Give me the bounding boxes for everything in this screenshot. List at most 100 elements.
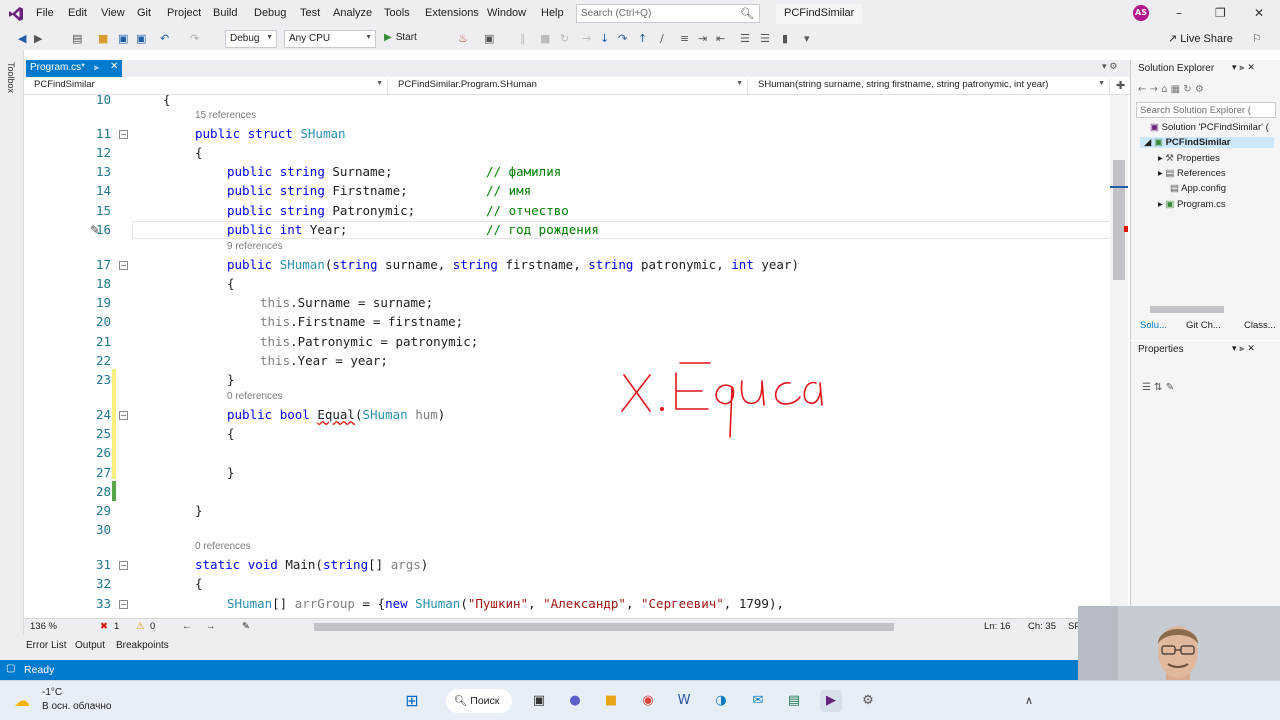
notepad-icon[interactable]: ▤ — [783, 690, 805, 712]
panel-menu-icon[interactable]: ▾ ⫸ ✕ — [1232, 344, 1255, 354]
step-into-icon[interactable]: ↓ — [600, 32, 609, 45]
undo-icon[interactable]: ↶ — [160, 32, 169, 45]
forward-icon[interactable]: ▶ — [34, 32, 42, 45]
configuration-select[interactable]: Debug ▼ — [225, 30, 277, 48]
vertical-scrollbar-thumb[interactable] — [1113, 160, 1125, 280]
restart-icon[interactable]: ↻ — [560, 32, 569, 45]
error-count[interactable]: 1 — [114, 621, 119, 632]
menu-test[interactable]: Test — [300, 7, 320, 19]
toolbar-overflow-icon[interactable]: ▾ — [804, 32, 810, 45]
menu-project[interactable]: Project — [167, 7, 201, 19]
teams-icon[interactable]: ● — [564, 690, 586, 712]
tree-item-references[interactable]: ▸ ▤ References — [1158, 168, 1226, 179]
panel-menu-icon[interactable]: ▾ ⫸ ✕ — [1232, 63, 1255, 73]
pin-icon[interactable]: ⫸ — [94, 62, 99, 73]
show-next-statement-icon[interactable]: → — [582, 32, 591, 45]
previous-issue-icon[interactable]: ← — [182, 621, 192, 632]
outdent-icon[interactable]: ⇤ — [716, 32, 725, 45]
next-issue-icon[interactable]: → — [206, 621, 216, 632]
toolbox-tab[interactable]: Toolbox — [6, 62, 16, 93]
tab-error-list[interactable]: Error List — [26, 640, 67, 651]
horizontal-scrollbar-thumb[interactable] — [314, 623, 894, 631]
step-over-icon[interactable]: ↷ — [618, 32, 627, 45]
tab-breakpoints[interactable]: Breakpoints — [116, 640, 169, 651]
tray-overflow-icon[interactable]: ∧ — [1018, 690, 1040, 712]
step-out-icon[interactable]: ↑ — [638, 32, 647, 45]
menu-file[interactable]: File — [36, 7, 54, 19]
back-icon[interactable]: ◀ — [18, 32, 26, 45]
solution-node[interactable]: ▣ Solution 'PCFindSimilar' ( — [1150, 122, 1269, 133]
properties-toolbar-icons[interactable]: ☰ ⇅ ✎ — [1142, 382, 1174, 393]
split-editor-icon[interactable]: ✚ — [1116, 79, 1125, 92]
zoom-level[interactable]: 136 % — [30, 621, 57, 632]
maximize-icon[interactable]: ❐ — [1215, 6, 1226, 20]
save-all-icon[interactable]: ▣ — [136, 32, 146, 45]
codelens-references[interactable]: 15 references — [195, 110, 256, 121]
align-icon[interactable]: ☰ — [740, 32, 750, 45]
search-input[interactable]: Search (Ctrl+Q) 🔍︎ — [576, 4, 760, 23]
menu-analyze[interactable]: Analyze — [333, 7, 372, 19]
tree-item-properties[interactable]: ▸ ⚒ Properties — [1158, 153, 1220, 164]
codelens-references[interactable]: 0 references — [227, 391, 283, 402]
mail-icon[interactable]: ✉ — [747, 690, 769, 712]
user-avatar[interactable]: AS — [1133, 5, 1149, 21]
pause-icon[interactable]: ∥ — [520, 32, 526, 45]
tree-item-program-cs[interactable]: ▸ ▣ Program.cs — [1158, 199, 1226, 210]
menu-view[interactable]: View — [101, 7, 125, 19]
start-debugging-button[interactable]: ▶ Start — [384, 32, 417, 43]
tree-item-app-config[interactable]: ▤ App.config — [1170, 183, 1226, 194]
project-dropdown[interactable]: PCFindSimilar ▼ — [28, 79, 388, 94]
edge-icon[interactable]: ◑ — [710, 690, 732, 712]
stop-icon[interactable]: ■ — [540, 32, 550, 45]
visual-studio-taskbar-icon[interactable]: ▶ — [820, 690, 842, 712]
chrome-icon[interactable]: ◉ — [637, 690, 659, 712]
tab-git-changes[interactable]: Git Ch... — [1186, 320, 1221, 331]
se-toolbar-icons[interactable]: ← → ⌂ ▦ ↻ ⚙ — [1138, 84, 1204, 95]
menu-build[interactable]: Build — [213, 7, 237, 19]
tab-overflow-icon[interactable]: ▾ ⚙ — [1102, 62, 1117, 72]
bookmark-icon[interactable]: ▮ — [782, 32, 788, 45]
collapse-toggle[interactable]: − — [119, 261, 128, 270]
tab-program-cs[interactable]: Program.cs* ⫸ ✕ — [26, 60, 122, 77]
collapse-toggle[interactable]: − — [119, 130, 128, 139]
open-folder-icon[interactable]: ■ — [98, 32, 108, 45]
code-editor[interactable]: ✎ 10 11 12 13 14 15 16 17 18 19 20 21 22… — [24, 95, 1114, 618]
redo-icon[interactable]: ↷ — [190, 32, 199, 45]
minimize-icon[interactable]: – — [1176, 6, 1182, 20]
weather-description[interactable]: В осн. облачно — [42, 701, 111, 712]
project-node[interactable]: ◢ ▣ PCFindSimilar — [1140, 137, 1274, 148]
collapse-toggle[interactable]: − — [119, 411, 128, 420]
start-menu-icon[interactable]: ⊞ — [401, 690, 423, 712]
menu-extensions[interactable]: Extensions — [425, 7, 479, 19]
tab-output[interactable]: Output — [75, 640, 105, 651]
close-window-icon[interactable]: ✕ — [1254, 6, 1264, 20]
warning-count[interactable]: 0 — [150, 621, 155, 632]
solution-search-input[interactable]: Search Solution Explorer ( — [1136, 102, 1276, 118]
se-horizontal-scrollbar[interactable] — [1150, 306, 1224, 313]
task-view-icon[interactable]: ▣ — [528, 690, 550, 712]
hot-reload-icon[interactable]: ♨ — [458, 32, 468, 45]
menu-git[interactable]: Git — [137, 7, 151, 19]
file-explorer-icon[interactable]: ■ — [600, 690, 622, 712]
collapse-toggle[interactable]: − — [119, 600, 128, 609]
platform-select[interactable]: Any CPU ▼ — [284, 30, 376, 48]
codelens-references[interactable]: 0 references — [195, 541, 251, 552]
type-dropdown[interactable]: PCFindSimilar.Program.SHuman ▼ — [392, 79, 748, 94]
format-icon[interactable]: ≡ — [680, 32, 689, 45]
new-project-icon[interactable]: ▤ — [72, 32, 82, 45]
feedback-icon[interactable]: ⚐ — [1252, 32, 1262, 45]
menu-help[interactable]: Help — [541, 7, 564, 19]
brush-icon[interactable]: ✎ — [242, 621, 250, 632]
uncomment-icon[interactable]: ☰ — [760, 32, 770, 45]
weather-temperature[interactable]: -1°C — [42, 687, 62, 698]
live-share-button[interactable]: ↗ Live Share — [1168, 32, 1233, 45]
taskbar-search-button[interactable]: 🔍︎ Поиск — [446, 689, 512, 713]
tab-class-view[interactable]: Class... — [1244, 320, 1276, 331]
save-icon[interactable]: ▣ — [118, 32, 128, 45]
screenshot-icon[interactable]: ▣ — [484, 32, 494, 45]
collapse-toggle[interactable]: − — [119, 561, 128, 570]
comment-icon[interactable]: ∕ — [660, 32, 664, 45]
member-dropdown[interactable]: SHuman(string surname, string firstname,… — [752, 79, 1110, 94]
codelens-references[interactable]: 9 references — [227, 241, 283, 252]
close-tab-icon[interactable]: ✕ — [110, 61, 118, 72]
